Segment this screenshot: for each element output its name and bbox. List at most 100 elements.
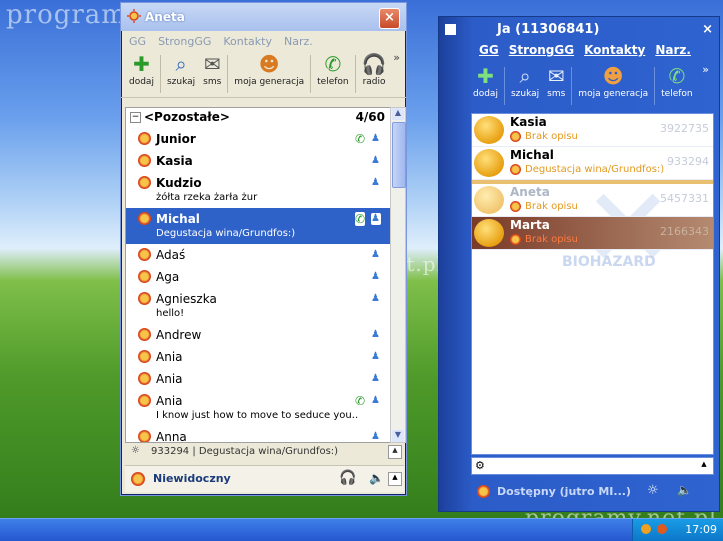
expand-up-icon[interactable]: ▲: [388, 472, 402, 486]
scroll-down-icon[interactable]: ▼: [392, 430, 404, 442]
sms-button[interactable]: ✉ sms: [199, 51, 225, 87]
clock: 17:09: [685, 523, 717, 536]
person-icon[interactable]: ♟: [371, 351, 381, 363]
contact-row[interactable]: Junior ✆ ♟: [126, 128, 391, 150]
menu-bar: GG StrongGG Kontakty Narz.: [479, 43, 691, 57]
status-sun-icon[interactable]: [131, 472, 145, 486]
person-icon[interactable]: ♟: [371, 431, 381, 442]
group-name: <Pozostałe>: [144, 110, 230, 124]
person-icon[interactable]: ♟: [371, 329, 381, 341]
radio-icon[interactable]: 🎧: [339, 470, 356, 486]
phone-icon[interactable]: ✆: [354, 212, 365, 226]
person-icon[interactable]: ♟: [371, 155, 381, 167]
contact-row[interactable]: Ania ♟: [126, 346, 391, 368]
contact-info-text: 933294 | Degustacja wina/Grundfos:): [151, 446, 339, 457]
contact-row[interactable]: Michal Degustacja wina/Grundfos:) ✆ ♟: [126, 208, 391, 244]
gg-tray-icon-2[interactable]: [657, 524, 667, 534]
toolbar-separator: [571, 67, 573, 105]
title-bar[interactable]: Aneta ×: [121, 3, 406, 31]
add-user-icon: ✚: [133, 52, 150, 76]
contact-row[interactable]: Ania I know just how to move to seduce yo…: [126, 390, 391, 426]
scroll-thumb[interactable]: [392, 122, 406, 188]
title-bar[interactable]: Ja (11306841) ×: [439, 17, 719, 43]
contact-name: Aneta: [510, 185, 550, 199]
person-icon[interactable]: ♟: [371, 213, 381, 225]
add-button[interactable]: ✚ dodaj: [125, 51, 158, 87]
close-button[interactable]: ×: [702, 22, 713, 37]
menu-narz[interactable]: Narz.: [284, 35, 313, 48]
status-sun-icon: [138, 176, 151, 189]
group-header[interactable]: − <Pozostałe> 4/60: [126, 108, 391, 128]
contact-row[interactable]: Aga ♟: [126, 266, 391, 288]
volume-icon[interactable]: 🔈: [369, 471, 384, 485]
menu-kontakty[interactable]: Kontakty: [223, 35, 272, 48]
menu-gg[interactable]: GG: [129, 35, 146, 48]
menu-stronggg[interactable]: StrongGG: [509, 43, 574, 57]
contact-row[interactable]: Agnieszka hello! ♟: [126, 288, 391, 324]
presence-status[interactable]: Niewidoczny: [153, 472, 231, 485]
person-icon[interactable]: ♟: [371, 395, 381, 407]
toolbar-separator: [654, 67, 656, 105]
phone-icon[interactable]: ✆: [355, 394, 365, 408]
person-icon[interactable]: ♟: [371, 177, 381, 189]
contact-row[interactable]: Kudzio żółta rzeka żarła żur ♟: [126, 172, 391, 208]
search-button[interactable]: ⌕ szukaj: [507, 63, 543, 99]
menu-bar: GG StrongGG Kontakty Narz.: [121, 31, 406, 51]
scroll-up-icon[interactable]: ▲: [392, 108, 404, 120]
moja-generacja-button[interactable]: ☻ moja generacja: [230, 51, 308, 87]
settings-icon[interactable]: ⚙: [475, 459, 485, 472]
group-count: 4/60: [355, 110, 385, 124]
search-icon: ⌕: [519, 64, 531, 88]
menu-narz[interactable]: Narz.: [655, 43, 691, 57]
menu-gg[interactable]: GG: [479, 43, 499, 57]
search-button[interactable]: ⌕ szukaj: [163, 51, 199, 87]
contact-row[interactable]: Adaś ♟: [126, 244, 391, 266]
presence-status[interactable]: Dostępny (jutro MI...): [497, 485, 631, 498]
chevron-more-icon[interactable]: »: [393, 51, 400, 64]
status-sun-icon: [138, 212, 151, 225]
window-menu-icon[interactable]: [445, 24, 456, 35]
people-icon: ☻: [258, 52, 280, 76]
volume-icon[interactable]: 🔈: [677, 483, 692, 497]
contact-row[interactable]: Kasia Brak opisu 3922735: [472, 114, 713, 147]
contact-row[interactable]: Kasia ♟: [126, 150, 391, 172]
person-icon[interactable]: ♟: [371, 293, 381, 305]
person-icon[interactable]: ♟: [371, 249, 381, 261]
menu-kontakty[interactable]: Kontakty: [584, 43, 645, 57]
moja-generacja-button[interactable]: ☻ moja generacja: [574, 63, 652, 99]
contact-list[interactable]: − <Pozostałe> 4/60 Junior ✆ ♟ Kasia ♟ Kudzio ż…: [125, 107, 392, 443]
contact-row[interactable]: Ania ♟: [126, 368, 391, 390]
chevron-more-icon[interactable]: »: [702, 63, 709, 76]
add-button[interactable]: ✚ dodaj: [469, 63, 502, 99]
collapse-icon[interactable]: −: [130, 112, 141, 123]
person-icon[interactable]: ♟: [371, 271, 381, 283]
contact-description: Brak opisu: [510, 201, 578, 212]
menu-stronggg[interactable]: StrongGG: [158, 35, 211, 48]
contact-row[interactable]: Marta Brak opisu 2166343: [472, 217, 713, 250]
scrollbar[interactable]: ▲ ▼: [390, 107, 406, 443]
radio-icon[interactable]: ☼: [647, 483, 659, 498]
status-sun-icon: [138, 430, 151, 442]
headphones-icon: 🎧: [361, 52, 387, 76]
phone-icon[interactable]: ✆: [355, 132, 365, 146]
contact-row[interactable]: Anna ♟: [126, 426, 391, 442]
gg-tray-icon[interactable]: [641, 524, 651, 534]
contact-name: Michal: [510, 148, 554, 162]
close-button[interactable]: ×: [379, 8, 400, 29]
radio-button[interactable]: 🎧 radio: [358, 51, 391, 87]
person-icon[interactable]: ♟: [371, 133, 381, 145]
contact-row[interactable]: Aneta Brak opisu 5457331: [472, 180, 713, 217]
status-sun-icon[interactable]: [477, 485, 490, 498]
phone-button[interactable]: ✆ telefon: [313, 51, 352, 87]
status-sun-icon: [138, 372, 151, 385]
sms-button[interactable]: ✉ sms: [543, 63, 569, 99]
sms-icon: ✉: [203, 52, 221, 76]
contact-row[interactable]: Andrew ♟: [126, 324, 391, 346]
contact-list[interactable]: ✕ BIOHAZARD KasiaBrak opisu3922735Michal…: [471, 113, 714, 455]
expand-up-icon[interactable]: ▲: [388, 445, 402, 459]
phone-button[interactable]: ✆ telefon: [657, 63, 696, 99]
expand-up-icon[interactable]: ▲: [699, 460, 709, 470]
person-icon[interactable]: ♟: [371, 373, 381, 385]
contact-name: Ania: [156, 372, 183, 386]
contact-row[interactable]: Michal Degustacja wina/Grundfos:) 933294: [472, 147, 713, 180]
